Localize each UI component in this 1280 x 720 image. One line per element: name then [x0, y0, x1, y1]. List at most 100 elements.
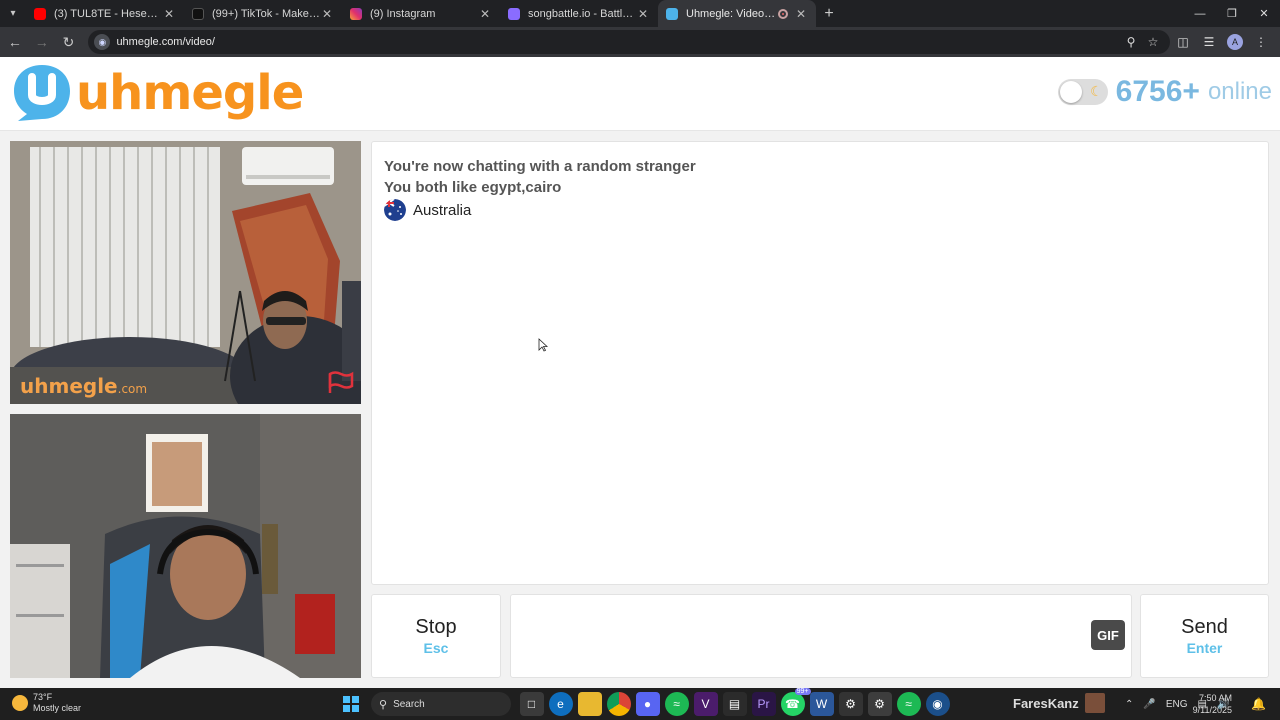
extensions-icon[interactable]: ◫	[1170, 35, 1196, 49]
app-icon[interactable]: ⚙	[838, 692, 863, 716]
restore-icon[interactable]: ❐	[1216, 0, 1248, 27]
recording-icon	[778, 8, 788, 19]
zoom-icon[interactable]: ⚲	[1120, 35, 1142, 49]
uhmegle-icon	[666, 7, 678, 20]
site-logo[interactable]: uhmegle	[12, 63, 304, 123]
online-indicator: ☾ 6756+ online	[1057, 75, 1272, 109]
forward-icon[interactable]: →	[30, 30, 54, 54]
search-label: Search	[393, 698, 425, 710]
tab-title: Uhmegle: Video Chat | Ome	[686, 7, 778, 20]
task-view-icon[interactable]: □	[519, 692, 544, 716]
send-button[interactable]: Send Enter	[1140, 594, 1269, 678]
send-label: Send	[1181, 616, 1228, 638]
document-app-icon[interactable]: ▤	[722, 692, 747, 716]
online-count: 6756+	[1115, 75, 1200, 108]
close-icon[interactable]: ✕	[636, 7, 650, 21]
premiere-pro-icon[interactable]: Pr	[751, 692, 776, 716]
online-label: online	[1207, 78, 1272, 105]
self-video-frame	[10, 414, 361, 678]
url-text[interactable]: uhmegle.com/video/	[116, 36, 1120, 48]
clock-date: 9/11/2025	[1192, 705, 1232, 715]
clock-time: 7:50 AM	[1198, 693, 1232, 703]
word-icon[interactable]: W	[809, 692, 834, 716]
stop-button[interactable]: Stop Esc	[371, 594, 501, 678]
tab-title: (99+) TikTok - Make Your Day	[212, 7, 320, 20]
browser-tab-youtube[interactable]: (3) TUL8TE - Heseeny I حسيني - ✕	[26, 0, 184, 27]
moon-icon: ☾	[1090, 83, 1103, 99]
whatsapp-badge: 99+	[794, 688, 811, 695]
whatsapp-icon[interactable]: ☎ 99+	[780, 688, 811, 716]
file-explorer-icon[interactable]	[577, 692, 602, 716]
stranger-location: Australia	[384, 199, 1256, 221]
browser-tab-tiktok[interactable]: (99+) TikTok - Make Your Day ✕	[184, 0, 342, 27]
spotify-icon[interactable]: ≈	[664, 692, 689, 716]
taskbar-user[interactable]: FaresKanz	[1013, 693, 1105, 713]
notification-bell-icon[interactable]: 🔔	[1251, 697, 1266, 711]
close-window-icon[interactable]: ✕	[1248, 0, 1280, 27]
chat-log: You're now chatting with a random strang…	[371, 141, 1269, 585]
weather-icon	[12, 695, 28, 711]
weather-desc: Mostly clear	[33, 703, 82, 713]
window-controls: — ❐ ✕	[1184, 0, 1280, 27]
close-icon[interactable]: ✕	[478, 7, 492, 21]
clock[interactable]: 7:50 AM 9/11/2025	[1193, 692, 1232, 716]
editor-icon[interactable]: V	[693, 692, 718, 716]
chat-bubble-logo-icon	[14, 65, 70, 121]
vpn-icon[interactable]: ◉	[925, 692, 950, 716]
message-input[interactable]	[511, 595, 1081, 677]
media-controls-icon[interactable]: ☰	[1196, 35, 1222, 49]
search-icon: ⚲	[379, 698, 388, 711]
site-info-icon[interactable]: ◉	[94, 34, 111, 50]
chrome-icon[interactable]	[606, 692, 631, 716]
close-icon[interactable]: ✕	[162, 7, 176, 21]
browser-tab-songbattle[interactable]: songbattle.io - Battle Songs ag ✕	[500, 0, 658, 27]
country-label: Australia	[413, 201, 472, 219]
reload-icon[interactable]: ↻	[57, 30, 81, 54]
discord-icon[interactable]: ●	[635, 692, 660, 716]
site-header: uhmegle ☾ 6756+ online	[0, 57, 1280, 131]
windows-start-icon[interactable]	[339, 692, 363, 716]
browser-tab-uhmegle[interactable]: Uhmegle: Video Chat | Ome ✕	[658, 0, 816, 27]
dark-mode-toggle[interactable]: ☾	[1057, 79, 1108, 105]
language-indicator[interactable]: ENG	[1166, 699, 1188, 710]
australia-flag-icon	[384, 199, 406, 221]
songbattle-icon	[508, 7, 520, 20]
profile-avatar[interactable]: A	[1227, 34, 1243, 50]
uhmegle-watermark: uhmegle.com	[20, 374, 148, 398]
self-video	[10, 414, 361, 678]
address-bar: ← → ↻ ◉ uhmegle.com/video/ ⚲ ☆ ◫ ☰ A ⋮	[0, 27, 1280, 57]
user-name: FaresKanz	[1013, 695, 1079, 711]
chevron-up-icon[interactable]: ⌃	[1125, 699, 1133, 710]
back-icon[interactable]: ←	[3, 30, 27, 54]
logo-text: uhmegle	[76, 65, 304, 121]
user-thumbnail	[1084, 693, 1105, 713]
bookmark-star-icon[interactable]: ☆	[1142, 35, 1164, 49]
tab-title: (3) TUL8TE - Heseeny I حسيني -	[54, 8, 162, 20]
minimize-icon[interactable]: —	[1184, 0, 1216, 27]
tab-title: songbattle.io - Battle Songs ag	[528, 7, 636, 20]
stranger-video: uhmegle.com	[10, 141, 361, 404]
menu-icon[interactable]: ⋮	[1248, 35, 1274, 49]
spotify-icon-2[interactable]: ≈	[896, 692, 921, 716]
taskbar-search[interactable]: ⚲ Search	[371, 692, 511, 716]
gif-button[interactable]: GIF	[1091, 620, 1125, 650]
report-flag-icon[interactable]	[327, 370, 355, 394]
send-shortcut-hint: Enter	[1186, 640, 1223, 656]
browser-tab-instagram[interactable]: (9) Instagram ✕	[342, 0, 500, 27]
instagram-icon	[350, 7, 362, 20]
close-icon[interactable]: ✕	[794, 7, 808, 21]
settings-icon[interactable]: ⚙	[867, 692, 892, 716]
microphone-icon[interactable]: 🎤	[1143, 699, 1155, 710]
tiktok-icon	[192, 7, 204, 20]
new-tab-button[interactable]: +	[816, 5, 842, 23]
close-icon[interactable]: ✕	[320, 7, 334, 21]
weather-widget[interactable]: 73°F Mostly clear	[12, 692, 81, 714]
tab-title: (9) Instagram	[370, 7, 436, 20]
weather-temp: 73°F	[33, 692, 53, 702]
tab-search-icon[interactable]: ▾	[0, 0, 26, 27]
edge-icon[interactable]: e	[548, 692, 573, 716]
stranger-video-frame	[10, 141, 361, 404]
system-message: You're now chatting with a random strang…	[384, 158, 696, 175]
common-interests-message: You both like egypt,cairo	[384, 179, 562, 196]
omnibox[interactable]: ◉ uhmegle.com/video/ ⚲ ☆	[88, 30, 1170, 54]
